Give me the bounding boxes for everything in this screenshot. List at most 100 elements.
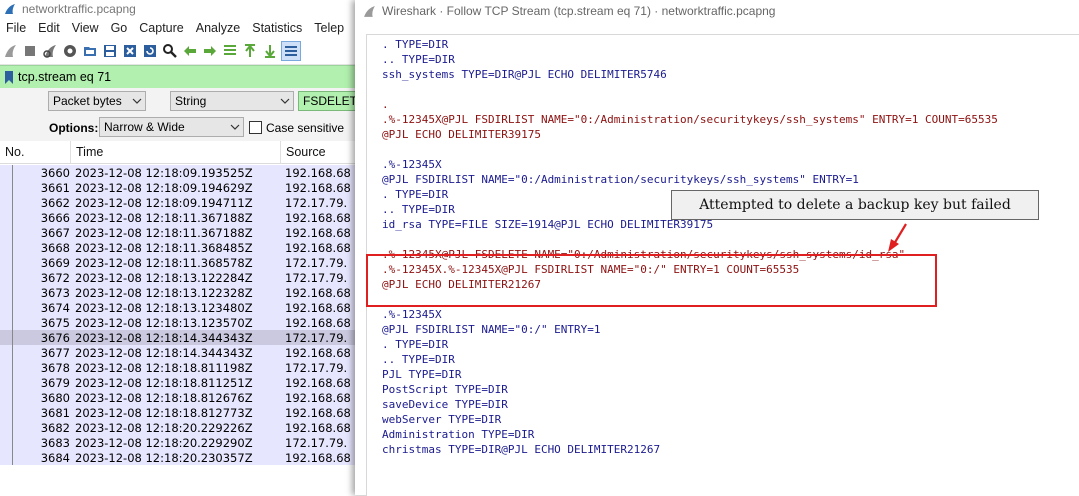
packet-time: 2023-12-08 12:18:13.123570Z [75, 316, 253, 330]
table-row[interactable]: 3679 2023-12-08 12:18:18.811251Z 192.168.6… [0, 375, 360, 390]
packet-source: 192.168.68 [285, 166, 351, 180]
wireshark-fin-icon [364, 5, 375, 17]
column-no[interactable]: No. [5, 145, 24, 159]
table-row[interactable]: 3668 2023-12-08 12:18:11.368485Z 192.168.6… [0, 240, 360, 255]
packet-source: 192.168.68 [285, 421, 351, 435]
open-file-icon[interactable] [81, 42, 99, 60]
stream-line: . [382, 98, 389, 111]
table-row[interactable]: 3683 2023-12-08 12:18:20.229290Z 172.17.79… [0, 435, 360, 450]
stop-capture-icon[interactable] [21, 42, 39, 60]
menu-telephony[interactable]: Telep [308, 21, 350, 35]
packet-number: 3660 [40, 166, 70, 180]
reload-file-icon[interactable] [141, 42, 159, 60]
follow-title-bar: Wireshark · Follow TCP Stream (tcp.strea… [355, 0, 1079, 22]
menu-statistics[interactable]: Statistics [246, 21, 308, 35]
packet-time: 2023-12-08 12:18:13.122284Z [75, 271, 253, 285]
table-row[interactable]: 3660 2023-12-08 12:18:09.193525Z 192.168.6… [0, 165, 360, 180]
packet-source: 192.168.68 [285, 391, 351, 405]
table-row[interactable]: 3684 2023-12-08 12:18:20.230357Z 192.168.6… [0, 450, 360, 465]
menu-edit[interactable]: Edit [32, 21, 66, 35]
bookmark-icon[interactable] [5, 70, 13, 84]
stream-line: .. TYPE=DIR [382, 53, 455, 66]
stream-line: .%-12345X@PJL FSDIRLIST NAME="0:/Adminis… [382, 113, 998, 126]
first-packet-icon[interactable] [241, 42, 259, 60]
stream-line: ssh_systems TYPE=DIR@PJL ECHO DELIMITER5… [382, 68, 667, 81]
menu-view[interactable]: View [66, 21, 105, 35]
highlight-box [366, 254, 937, 307]
packet-number: 3678 [40, 361, 70, 375]
table-row[interactable]: 3661 2023-12-08 12:18:09.194629Z 192.168.6… [0, 180, 360, 195]
packet-number: 3684 [40, 451, 70, 465]
menu-capture[interactable]: Capture [133, 21, 189, 35]
packet-time: 2023-12-08 12:18:11.367188Z [75, 211, 253, 225]
packet-number: 3682 [40, 421, 70, 435]
menu-go[interactable]: Go [105, 21, 134, 35]
table-row[interactable]: 3669 2023-12-08 12:18:11.368578Z 172.17.79… [0, 255, 360, 270]
packet-number: 3675 [40, 316, 70, 330]
display-filter-bar[interactable]: tcp.stream eq 71 [0, 65, 360, 89]
packet-source: 192.168.68 [285, 211, 351, 225]
packet-time: 2023-12-08 12:18:09.194629Z [75, 181, 253, 195]
find-packet-icon[interactable] [161, 42, 179, 60]
packet-source: 192.168.68 [285, 226, 351, 240]
table-row[interactable]: 3677 2023-12-08 12:18:14.344343Z 192.168.6… [0, 345, 360, 360]
restart-capture-icon[interactable] [41, 42, 59, 60]
packet-number: 3680 [40, 391, 70, 405]
chevron-down-icon [230, 124, 240, 130]
packet-number: 3679 [40, 376, 70, 390]
packet-source: 192.168.68 [285, 241, 351, 255]
menu-file[interactable]: File [0, 21, 32, 35]
packet-list[interactable]: No. Time Source 3660 2023-12-08 12:18:09.… [0, 141, 360, 495]
table-row[interactable]: 3662 2023-12-08 12:18:09.194711Z 172.17.79… [0, 195, 360, 210]
table-row[interactable]: 3674 2023-12-08 12:18:13.123480Z 192.168.6… [0, 300, 360, 315]
conversation-bracket [12, 165, 13, 465]
close-file-icon[interactable] [121, 42, 139, 60]
search-text-input[interactable]: FSDELETE [298, 91, 360, 111]
main-window: networktraffic.pcapng File Edit View Go … [0, 0, 360, 495]
stream-line: .. TYPE=DIR [382, 353, 455, 366]
auto-scroll-icon[interactable] [281, 41, 301, 61]
packet-source: 192.168.68 [285, 301, 351, 315]
case-sensitive-checkbox[interactable] [249, 121, 262, 134]
table-row[interactable]: 3680 2023-12-08 12:18:18.812676Z 192.168.6… [0, 390, 360, 405]
packet-number: 3674 [40, 301, 70, 315]
go-forward-icon[interactable] [201, 42, 219, 60]
packet-time: 2023-12-08 12:18:09.193525Z [75, 166, 253, 180]
stream-line: . TYPE=DIR [382, 188, 449, 201]
column-time[interactable]: Time [76, 145, 103, 159]
display-filter-input[interactable]: tcp.stream eq 71 [18, 70, 111, 84]
menu-analyze[interactable]: Analyze [190, 21, 246, 35]
capture-options-icon[interactable] [61, 42, 79, 60]
packet-time: 2023-12-08 12:18:09.194711Z [75, 196, 253, 210]
table-row[interactable]: 3681 2023-12-08 12:18:18.812773Z 192.168.6… [0, 405, 360, 420]
packet-time: 2023-12-08 12:18:11.367188Z [75, 226, 253, 240]
stream-line: saveDevice TYPE=DIR [382, 398, 508, 411]
stream-line: @PJL FSDIRLIST NAME="0:/" ENTRY=1 [382, 323, 601, 336]
packet-time: 2023-12-08 12:18:14.344343Z [75, 346, 253, 360]
table-row[interactable]: 3672 2023-12-08 12:18:13.122284Z 172.17.79… [0, 270, 360, 285]
packet-source: 172.17.79. [285, 196, 348, 210]
go-back-icon[interactable] [181, 42, 199, 60]
last-packet-icon[interactable] [261, 42, 279, 60]
table-row[interactable]: 3666 2023-12-08 12:18:11.367188Z 192.168.6… [0, 210, 360, 225]
options-label: Options: [49, 121, 99, 135]
table-row[interactable]: 3676 2023-12-08 12:18:14.344343Z 172.17.79… [0, 330, 360, 345]
packet-source: 192.168.68 [285, 181, 351, 195]
stream-line: . TYPE=DIR [382, 38, 449, 51]
go-to-packet-icon[interactable] [221, 42, 239, 60]
annotation-text: Attempted to delete a backup key but fai… [699, 197, 1011, 213]
table-row[interactable]: 3678 2023-12-08 12:18:18.811198Z 172.17.79… [0, 360, 360, 375]
start-capture-icon[interactable] [1, 42, 19, 60]
search-type-select[interactable]: String [170, 91, 294, 111]
column-source[interactable]: Source [286, 145, 326, 159]
table-row[interactable]: 3682 2023-12-08 12:18:20.229226Z 192.168.6… [0, 420, 360, 435]
char-width-select[interactable]: Narrow & Wide [99, 117, 244, 137]
table-row[interactable]: 3675 2023-12-08 12:18:13.123570Z 192.168.6… [0, 315, 360, 330]
table-row[interactable]: 3673 2023-12-08 12:18:13.122328Z 192.168.6… [0, 285, 360, 300]
packet-number: 3661 [40, 181, 70, 195]
table-row[interactable]: 3667 2023-12-08 12:18:11.367188Z 192.168.6… [0, 225, 360, 240]
packet-time: 2023-12-08 12:18:11.368485Z [75, 241, 253, 255]
packet-number: 3669 [40, 256, 70, 270]
display-type-select[interactable]: Packet bytes [48, 91, 146, 111]
save-file-icon[interactable] [101, 42, 119, 60]
